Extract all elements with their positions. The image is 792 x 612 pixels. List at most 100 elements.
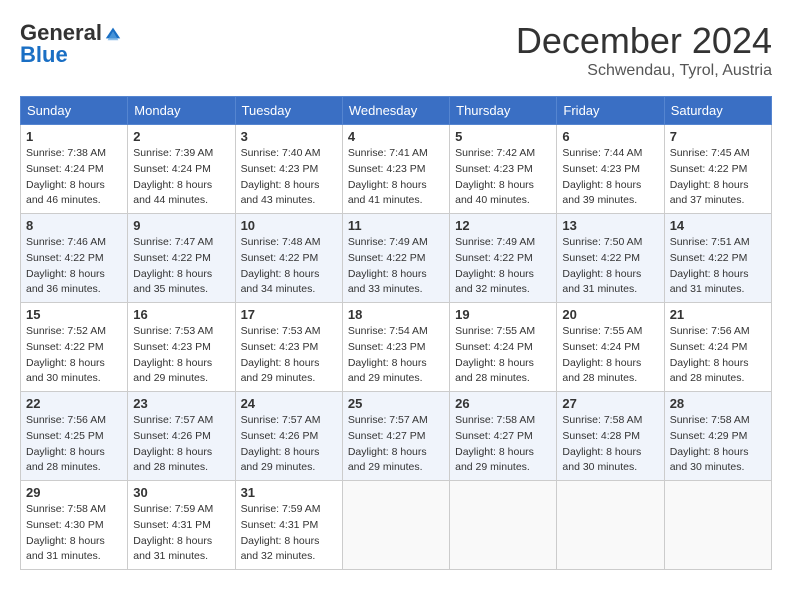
calendar-cell: 27Sunrise: 7:58 AMSunset: 4:28 PMDayligh…: [557, 392, 664, 481]
day-header-wednesday: Wednesday: [342, 97, 449, 125]
calendar-cell: 1 Sunrise: 7:38 AMSunset: 4:24 PMDaylight…: [21, 125, 128, 214]
logo: General Blue: [20, 20, 122, 68]
calendar-cell: 16 Sunrise: 7:53 AMSunset: 4:23 PMDayligh…: [128, 303, 235, 392]
day-header-friday: Friday: [557, 97, 664, 125]
calendar-cell: 2 Sunrise: 7:39 AMSunset: 4:24 PMDaylight…: [128, 125, 235, 214]
day-header-thursday: Thursday: [450, 97, 557, 125]
day-info: Sunrise: 7:48 AMSunset: 4:22 PMDaylight:…: [241, 235, 337, 298]
day-info: Sunrise: 7:55 AMSunset: 4:24 PMDaylight:…: [455, 324, 551, 387]
day-number: 24: [241, 396, 337, 411]
day-number: 7: [670, 129, 766, 144]
day-info: Sunrise: 7:53 AMSunset: 4:23 PMDaylight:…: [133, 324, 229, 387]
day-number: 14: [670, 218, 766, 233]
calendar-cell: 5 Sunrise: 7:42 AMSunset: 4:23 PMDaylight…: [450, 125, 557, 214]
day-number: 10: [241, 218, 337, 233]
day-info: Sunrise: 7:50 AMSunset: 4:22 PMDaylight:…: [562, 235, 658, 298]
calendar-cell: 25 Sunrise: 7:57 AMSunset: 4:27 PMDayligh…: [342, 392, 449, 481]
day-info: Sunrise: 7:58 AMSunset: 4:30 PMDaylight:…: [26, 502, 122, 565]
location-subtitle: Schwendau, Tyrol, Austria: [516, 62, 772, 80]
day-number: 17: [241, 307, 337, 322]
calendar-cell: 17 Sunrise: 7:53 AMSunset: 4:23 PMDayligh…: [235, 303, 342, 392]
calendar-cell: 18 Sunrise: 7:54 AMSunset: 4:23 PMDayligh…: [342, 303, 449, 392]
day-info: Sunrise: 7:54 AMSunset: 4:23 PMDaylight:…: [348, 324, 444, 387]
calendar-week-3: 15Sunrise: 7:52 AMSunset: 4:22 PMDayligh…: [21, 303, 772, 392]
day-header-saturday: Saturday: [664, 97, 771, 125]
day-number: 4: [348, 129, 444, 144]
day-info: Sunrise: 7:58 AMSunset: 4:27 PMDaylight:…: [455, 413, 551, 476]
calendar-cell: 28Sunrise: 7:58 AMSunset: 4:29 PMDayligh…: [664, 392, 771, 481]
calendar-cell: [557, 481, 664, 570]
day-number: 29: [26, 485, 122, 500]
calendar-cell: 30 Sunrise: 7:59 AMSunset: 4:31 PMDayligh…: [128, 481, 235, 570]
calendar-cell: 29 Sunrise: 7:58 AMSunset: 4:30 PMDayligh…: [21, 481, 128, 570]
calendar-cell: 7 Sunrise: 7:45 AMSunset: 4:22 PMDaylight…: [664, 125, 771, 214]
day-info: Sunrise: 7:55 AMSunset: 4:24 PMDaylight:…: [562, 324, 658, 387]
title-block: December 2024 Schwendau, Tyrol, Austria: [516, 20, 772, 80]
day-number: 9: [133, 218, 229, 233]
day-info: Sunrise: 7:39 AMSunset: 4:24 PMDaylight:…: [133, 146, 229, 209]
calendar-cell: 10 Sunrise: 7:48 AMSunset: 4:22 PMDayligh…: [235, 214, 342, 303]
calendar-cell: 22Sunrise: 7:56 AMSunset: 4:25 PMDayligh…: [21, 392, 128, 481]
calendar-week-2: 8 Sunrise: 7:46 AMSunset: 4:22 PMDaylight…: [21, 214, 772, 303]
day-header-sunday: Sunday: [21, 97, 128, 125]
calendar-cell: 6 Sunrise: 7:44 AMSunset: 4:23 PMDaylight…: [557, 125, 664, 214]
calendar-cell: 14Sunrise: 7:51 AMSunset: 4:22 PMDayligh…: [664, 214, 771, 303]
day-info: Sunrise: 7:42 AMSunset: 4:23 PMDaylight:…: [455, 146, 551, 209]
day-info: Sunrise: 7:57 AMSunset: 4:27 PMDaylight:…: [348, 413, 444, 476]
day-info: Sunrise: 7:57 AMSunset: 4:26 PMDaylight:…: [133, 413, 229, 476]
day-number: 25: [348, 396, 444, 411]
calendar-cell: 21Sunrise: 7:56 AMSunset: 4:24 PMDayligh…: [664, 303, 771, 392]
day-number: 16: [133, 307, 229, 322]
calendar-cell: 13 Sunrise: 7:50 AMSunset: 4:22 PMDayligh…: [557, 214, 664, 303]
calendar-cell: 9Sunrise: 7:47 AMSunset: 4:22 PMDaylight…: [128, 214, 235, 303]
calendar-cell: 8 Sunrise: 7:46 AMSunset: 4:22 PMDaylight…: [21, 214, 128, 303]
day-info: Sunrise: 7:53 AMSunset: 4:23 PMDaylight:…: [241, 324, 337, 387]
day-info: Sunrise: 7:58 AMSunset: 4:28 PMDaylight:…: [562, 413, 658, 476]
calendar-cell: 26 Sunrise: 7:58 AMSunset: 4:27 PMDayligh…: [450, 392, 557, 481]
day-number: 2: [133, 129, 229, 144]
calendar-cell: 19 Sunrise: 7:55 AMSunset: 4:24 PMDayligh…: [450, 303, 557, 392]
logo-blue-text: Blue: [20, 42, 68, 68]
day-number: 3: [241, 129, 337, 144]
day-number: 1: [26, 129, 122, 144]
calendar-table: SundayMondayTuesdayWednesdayThursdayFrid…: [20, 96, 772, 570]
day-info: Sunrise: 7:38 AMSunset: 4:24 PMDaylight:…: [26, 146, 122, 209]
day-info: Sunrise: 7:59 AMSunset: 4:31 PMDaylight:…: [133, 502, 229, 565]
calendar-cell: 15Sunrise: 7:52 AMSunset: 4:22 PMDayligh…: [21, 303, 128, 392]
calendar-cell: 4Sunrise: 7:41 AMSunset: 4:23 PMDaylight…: [342, 125, 449, 214]
day-number: 13: [562, 218, 658, 233]
calendar-cell: 23Sunrise: 7:57 AMSunset: 4:26 PMDayligh…: [128, 392, 235, 481]
calendar-week-1: 1 Sunrise: 7:38 AMSunset: 4:24 PMDaylight…: [21, 125, 772, 214]
calendar-cell: 24 Sunrise: 7:57 AMSunset: 4:26 PMDayligh…: [235, 392, 342, 481]
calendar-cell: 20 Sunrise: 7:55 AMSunset: 4:24 PMDayligh…: [557, 303, 664, 392]
day-number: 22: [26, 396, 122, 411]
logo-icon: [104, 24, 122, 42]
day-number: 18: [348, 307, 444, 322]
day-number: 20: [562, 307, 658, 322]
month-title: December 2024: [516, 20, 772, 62]
calendar-cell: [342, 481, 449, 570]
day-info: Sunrise: 7:59 AMSunset: 4:31 PMDaylight:…: [241, 502, 337, 565]
day-number: 30: [133, 485, 229, 500]
day-number: 15: [26, 307, 122, 322]
calendar-cell: 31 Sunrise: 7:59 AMSunset: 4:31 PMDayligh…: [235, 481, 342, 570]
day-number: 31: [241, 485, 337, 500]
calendar-week-5: 29 Sunrise: 7:58 AMSunset: 4:30 PMDayligh…: [21, 481, 772, 570]
calendar-cell: [664, 481, 771, 570]
day-header-monday: Monday: [128, 97, 235, 125]
day-info: Sunrise: 7:58 AMSunset: 4:29 PMDaylight:…: [670, 413, 766, 476]
day-info: Sunrise: 7:44 AMSunset: 4:23 PMDaylight:…: [562, 146, 658, 209]
day-number: 11: [348, 218, 444, 233]
day-number: 5: [455, 129, 551, 144]
day-info: Sunrise: 7:49 AMSunset: 4:22 PMDaylight:…: [455, 235, 551, 298]
day-info: Sunrise: 7:45 AMSunset: 4:22 PMDaylight:…: [670, 146, 766, 209]
calendar-cell: 3Sunrise: 7:40 AMSunset: 4:23 PMDaylight…: [235, 125, 342, 214]
day-number: 26: [455, 396, 551, 411]
day-number: 19: [455, 307, 551, 322]
day-number: 12: [455, 218, 551, 233]
day-info: Sunrise: 7:57 AMSunset: 4:26 PMDaylight:…: [241, 413, 337, 476]
day-number: 8: [26, 218, 122, 233]
day-info: Sunrise: 7:46 AMSunset: 4:22 PMDaylight:…: [26, 235, 122, 298]
day-number: 6: [562, 129, 658, 144]
day-header-tuesday: Tuesday: [235, 97, 342, 125]
